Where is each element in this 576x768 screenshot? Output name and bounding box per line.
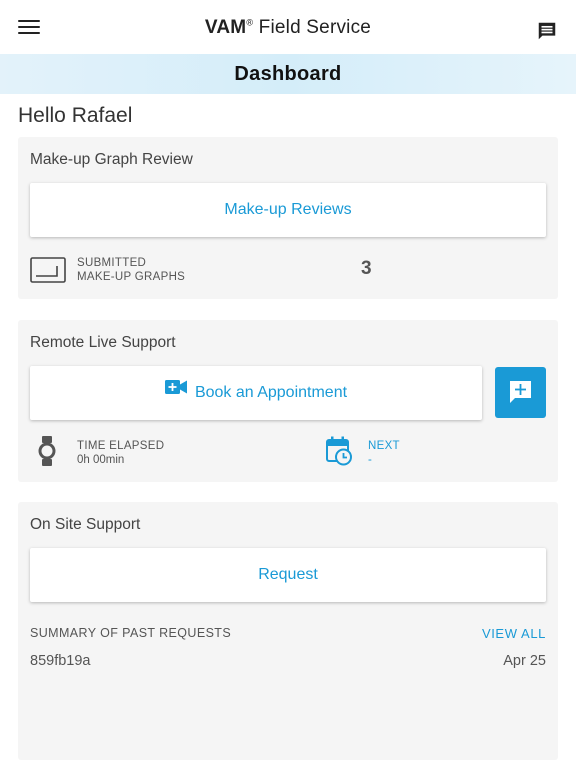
time-elapsed-block: TIME ELAPSED 0h 00min: [77, 439, 164, 467]
book-appointment-label: Book an Appointment: [194, 384, 348, 402]
request-button[interactable]: Request: [30, 548, 546, 602]
onsite-support-card: On Site Support Request SUMMARY OF PAST …: [18, 502, 558, 760]
onsite-card-title: On Site Support: [30, 516, 141, 533]
submitted-label-line1: SUBMITTED: [77, 257, 147, 269]
chat-icon[interactable]: [536, 20, 558, 42]
makeup-graph-card: Make-up Graph Review Make-up Reviews SUB…: [18, 137, 558, 299]
greeting: Hello Rafael: [18, 104, 133, 127]
app-title-rest: Field Service: [253, 17, 372, 38]
app-title-brand: VAM: [204, 17, 247, 38]
graph-frame-icon: [30, 257, 66, 288]
next-label: NEXT: [368, 440, 400, 452]
message-add-icon: [510, 381, 531, 403]
view-all-link[interactable]: VIEW ALL: [482, 626, 546, 641]
page-title: Dashboard: [0, 54, 576, 94]
makeup-card-title: Make-up Graph Review: [30, 151, 193, 168]
request-id: 859fb19a: [30, 653, 91, 669]
app-title: VAM® Field Service: [0, 17, 576, 39]
next-appointment-block: NEXT -: [368, 439, 400, 467]
submitted-label-line2: MAKE-UP GRAPHS: [77, 271, 186, 283]
book-appointment-button[interactable]: Book an Appointment: [30, 366, 482, 420]
message-add-button[interactable]: [495, 367, 546, 418]
calendar-clock-icon: [326, 436, 352, 471]
video-add-icon: [164, 364, 187, 418]
list-item[interactable]: 859fb19a Apr 25: [30, 653, 546, 675]
remote-support-card: Remote Live Support Book an Appointment …: [18, 320, 558, 482]
submitted-count: 3: [361, 258, 372, 279]
next-value: -: [368, 454, 372, 466]
remote-card-title: Remote Live Support: [30, 334, 176, 351]
time-elapsed-value: 0h 00min: [77, 454, 125, 466]
time-elapsed-label: TIME ELAPSED: [77, 440, 165, 452]
request-date: Apr 25: [503, 653, 546, 669]
submitted-label: SUBMITTED MAKE-UP GRAPHS: [77, 256, 185, 284]
summary-past-requests-label: SUMMARY OF PAST REQUESTS: [30, 626, 232, 640]
watch-icon: [38, 436, 56, 471]
app-bar: VAM® Field Service: [0, 0, 576, 54]
makeup-reviews-button[interactable]: Make-up Reviews: [30, 183, 546, 237]
